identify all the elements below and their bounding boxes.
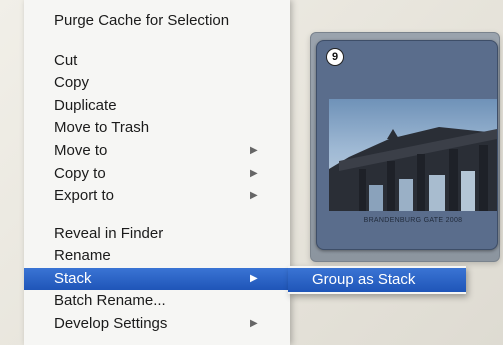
submenu-arrow-icon: ▶ <box>250 145 258 156</box>
photo-thumbnail[interactable]: 9 BRANDENBURG GATE 2008 <box>316 40 498 250</box>
menu-item-cut[interactable]: Cut <box>24 50 290 72</box>
submenu-arrow-icon: ▶ <box>250 168 258 179</box>
menu-item-develop-settings[interactable]: Develop Settings ▶ <box>24 313 290 335</box>
menu-item-label: Duplicate <box>54 97 117 114</box>
menu-item-move-to-trash[interactable]: Move to Trash <box>24 117 290 139</box>
menu-item-duplicate[interactable]: Duplicate <box>24 95 290 117</box>
menu-item-batch-rename[interactable]: Batch Rename... <box>24 290 290 312</box>
menu-item-label: Move to Trash <box>54 119 150 136</box>
photo-image <box>329 99 497 211</box>
menu-item-move-to[interactable]: Move to ▶ <box>24 140 290 162</box>
submenu-arrow-icon: ▶ <box>250 273 258 284</box>
stack-count-badge: 9 <box>327 49 343 65</box>
menu-item-label: Develop Settings <box>54 315 168 332</box>
menu-item-purge-cache[interactable]: Purge Cache for Selection <box>24 10 290 32</box>
menu-item-label: Cut <box>54 52 78 69</box>
menu-item-label: Reveal in Finder <box>54 225 164 242</box>
menu-item-label: Purge Cache for Selection <box>54 12 230 29</box>
menu-item-reveal-in-finder[interactable]: Reveal in Finder <box>24 223 290 245</box>
menu-item-rename[interactable]: Rename <box>24 245 290 267</box>
stack-submenu: Group as Stack <box>288 266 466 294</box>
submenu-item-label: Group as Stack <box>312 271 416 288</box>
context-menu: Purge Cache for Selection Cut Copy Dupli… <box>24 0 290 345</box>
menu-item-label: Move to <box>54 142 108 159</box>
menu-item-label: Rename <box>54 247 111 264</box>
menu-item-label: Export to <box>54 187 115 204</box>
menu-item-label: Copy to <box>54 165 106 182</box>
menu-item-copy[interactable]: Copy <box>24 72 290 94</box>
thumbnail-caption: BRANDENBURG GATE 2008 <box>363 217 463 224</box>
submenu-item-group-as-stack[interactable]: Group as Stack <box>288 268 466 292</box>
menu-item-label: Batch Rename... <box>54 292 166 309</box>
menu-item-label: Stack <box>54 270 92 287</box>
gate-photo-icon <box>329 127 497 211</box>
menu-item-export-to[interactable]: Export to ▶ <box>24 185 290 207</box>
menu-item-copy-to[interactable]: Copy to ▶ <box>24 163 290 185</box>
menu-item-stack[interactable]: Stack ▶ <box>24 268 290 290</box>
submenu-arrow-icon: ▶ <box>250 318 258 329</box>
submenu-arrow-icon: ▶ <box>250 190 258 201</box>
menu-item-label: Copy <box>54 74 90 91</box>
